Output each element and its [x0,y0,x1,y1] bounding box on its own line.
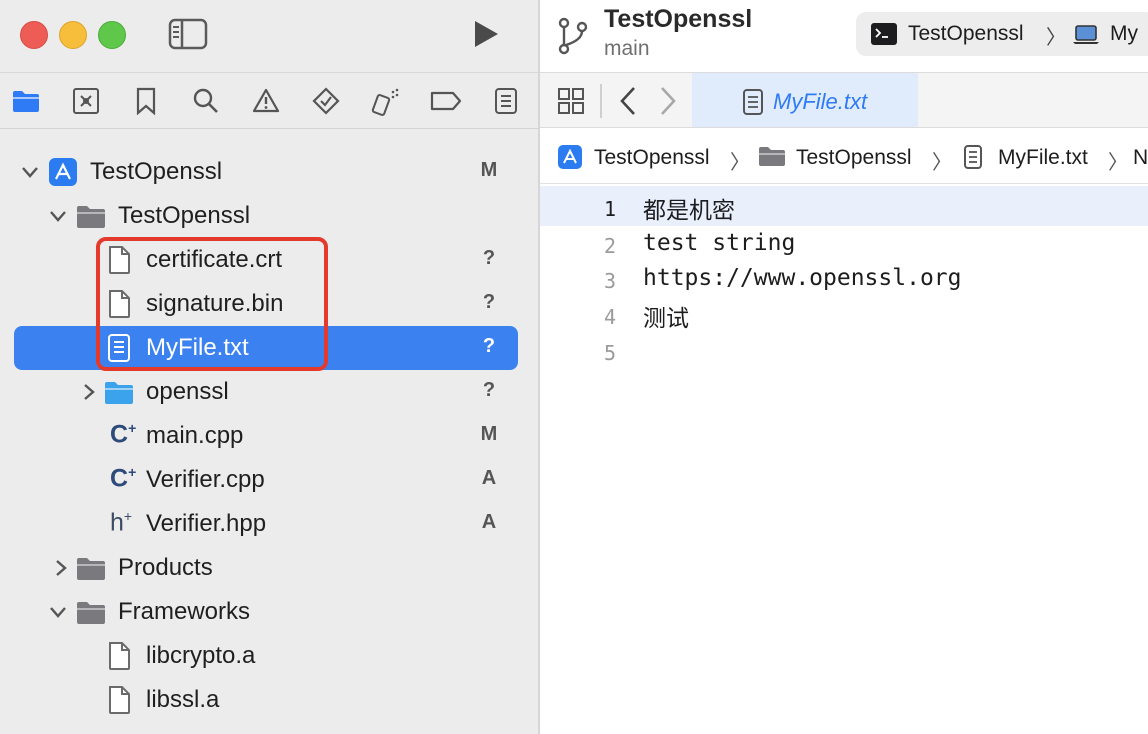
folder-icon[interactable] [11,86,41,116]
chevron-down-icon[interactable] [48,204,68,228]
branch-name: main [604,37,650,60]
jumpbar-item[interactable]: TestOpenssl [796,146,912,170]
folder-icon [77,602,105,624]
code-line[interactable]: test string [643,230,795,256]
document-icon [109,686,130,714]
tab-label: MyFile.txt [773,89,868,114]
test-icon[interactable] [311,86,341,116]
tree-item-label: Verifier.cpp [146,466,265,493]
folder-icon [105,382,133,404]
chevron-right-icon: 〉 [1108,152,1128,174]
toolbar-separator [0,72,538,73]
close-window-button[interactable] [20,21,48,49]
report-icon[interactable] [491,86,521,116]
git-status-badge: M [480,159,498,181]
folder-icon [77,206,105,228]
tree-item-label: TestOpenssl [118,202,251,229]
tree-item-label: Frameworks [118,598,251,625]
git-status-badge: ? [482,247,496,269]
grid-icon[interactable] [557,87,585,115]
tree-row-project[interactable]: TestOpenssl M [0,150,538,194]
navigator-separator [0,128,538,129]
chevron-right-icon: 〉 [932,152,952,174]
laptop-icon [1072,25,1100,45]
git-status-badge: ? [482,291,496,313]
tree-row-file[interactable]: C+ Verifier.cpp A [0,458,538,502]
run-button[interactable] [470,18,502,50]
line-number: 3 [603,269,616,293]
tree-row-file[interactable]: h+ Verifier.hpp A [0,502,538,546]
highlight-annotation-box [96,237,328,371]
text-file-icon [964,145,982,169]
tree-row-group[interactable]: TestOpenssl [0,194,538,238]
tree-item-label: Products [118,554,213,581]
debug-icon[interactable] [371,86,401,116]
warning-icon[interactable] [251,86,281,116]
tree-row-folder[interactable]: openssl ? [0,370,538,414]
chevron-right-icon: 〉 [1046,27,1066,49]
jumpbar-item[interactable]: TestOpenssl [594,146,710,170]
scheme-destination[interactable]: My [1110,22,1138,46]
tab-divider [600,84,602,118]
minimize-window-button[interactable] [59,21,87,49]
jumpbar-item[interactable]: MyFile.txt [998,146,1088,170]
tree-row-file[interactable]: libssl.a [0,678,538,722]
back-icon[interactable] [616,85,640,117]
cpp-file-icon: C+ [110,464,137,493]
tree-item-label: Verifier.hpp [146,510,267,537]
folder-icon [77,558,105,580]
line-number: 5 [603,341,616,365]
tree-row-file[interactable]: C+ main.cpp M [0,414,538,458]
chevron-right-icon[interactable] [78,380,98,404]
code-line[interactable]: https://www.openssl.org [643,265,962,291]
forward-icon[interactable] [656,85,680,117]
header-file-icon: h+ [110,508,133,537]
tree-row-file[interactable]: libcrypto.a [0,634,538,678]
chevron-down-icon[interactable] [48,600,68,624]
text-file-icon [742,89,764,115]
git-status-badge: M [480,423,498,445]
app-project-icon [558,145,582,169]
folder-icon [759,147,785,166]
git-status-badge: ? [482,335,496,357]
line-number: 2 [603,234,616,258]
document-icon [109,642,130,670]
window-title: TestOpenssl [604,5,753,33]
bookmark-icon[interactable] [131,86,161,116]
jumpbar-item[interactable]: N [1133,146,1148,170]
line-number: 1 [603,197,616,221]
git-status-badge: A [481,467,497,489]
app-project-icon [49,158,77,186]
cpp-file-icon: C+ [110,420,137,449]
code-line[interactable]: 测试 [643,299,689,333]
scheme-target[interactable]: TestOpenssl [908,22,1024,46]
git-status-badge: A [481,511,497,533]
line-number: 4 [603,305,616,329]
code-line[interactable]: 都是机密 [643,191,735,225]
tree-item-label: libcrypto.a [146,642,256,669]
tree-item-label: openssl [146,378,229,405]
search-icon[interactable] [191,86,221,116]
chevron-down-icon[interactable] [20,160,40,184]
chevron-right-icon: 〉 [730,152,750,174]
git-status-badge: ? [482,379,496,401]
sidebar-toggle-icon[interactable] [168,18,208,50]
breakpoint-icon[interactable] [429,86,463,116]
tree-item-label: main.cpp [146,422,244,449]
tree-item-label: TestOpenssl [90,158,223,185]
tree-row-group[interactable]: Products [0,546,538,590]
current-line-highlight [540,186,1148,226]
chevron-right-icon[interactable] [50,556,70,580]
zoom-window-button[interactable] [98,21,126,49]
source-control-icon[interactable] [71,86,101,116]
tree-row-group[interactable]: Frameworks [0,590,538,634]
tree-item-label: libssl.a [146,686,220,713]
branch-icon[interactable] [556,16,592,56]
terminal-icon [871,23,897,45]
